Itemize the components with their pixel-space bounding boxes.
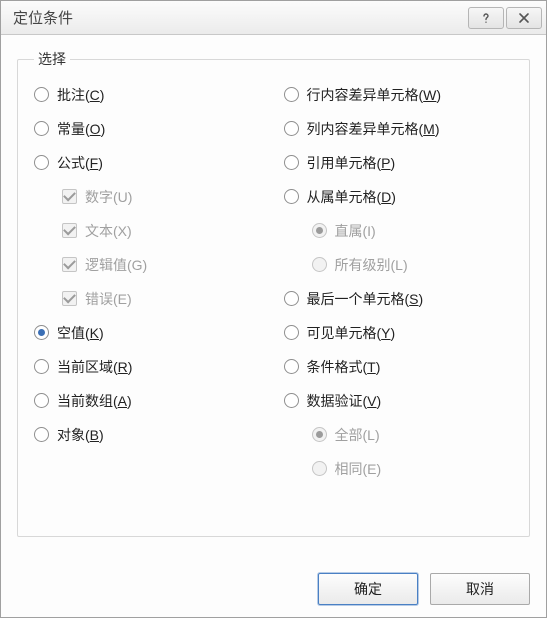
dialog-window: 定位条件 选择 批注(C) 常量(O) 公式(F) 数字(U) 文本(X) 逻辑值(G) 错… [0, 0, 547, 618]
option-label: 逻辑值(G) [85, 255, 147, 275]
option-label: 引用单元格(P) [307, 153, 396, 173]
left-option-2[interactable]: 公式(F) [34, 153, 264, 172]
right-option-6[interactable]: 最后一个单元格(S) [284, 289, 514, 308]
radio-icon [312, 223, 327, 238]
dialog-title: 定位条件 [13, 7, 466, 28]
radio-icon [284, 393, 299, 408]
radio-icon [312, 257, 327, 272]
radio-icon [284, 325, 299, 340]
radio-icon [34, 359, 49, 374]
option-label: 常量(O) [57, 119, 105, 139]
radio-icon [284, 121, 299, 136]
radio-icon [284, 87, 299, 102]
close-button[interactable] [506, 7, 542, 29]
option-label: 所有级别(L) [335, 255, 408, 275]
left-option-1[interactable]: 常量(O) [34, 119, 264, 138]
radio-icon [284, 359, 299, 374]
left-option-4: 文本(X) [34, 221, 264, 240]
option-label: 错误(E) [85, 289, 132, 309]
radio-icon [34, 427, 49, 442]
option-label: 批注(C) [57, 85, 104, 105]
checkbox-icon [62, 189, 77, 204]
group-label: 选择 [34, 49, 70, 69]
option-label: 当前数组(A) [57, 391, 132, 411]
option-label: 数据验证(V) [307, 391, 382, 411]
radio-icon [34, 393, 49, 408]
radio-icon [284, 155, 299, 170]
radio-icon [312, 427, 327, 442]
option-label: 相同(E) [335, 459, 382, 479]
right-option-5: 所有级别(L) [284, 255, 514, 274]
right-option-0[interactable]: 行内容差异单元格(W) [284, 85, 514, 104]
help-button[interactable] [468, 7, 504, 29]
left-option-10[interactable]: 对象(B) [34, 425, 264, 444]
radio-icon [284, 291, 299, 306]
right-option-8[interactable]: 条件格式(T) [284, 357, 514, 376]
option-label: 对象(B) [57, 425, 104, 445]
option-label: 文本(X) [85, 221, 132, 241]
ok-button[interactable]: 确定 [318, 573, 418, 605]
left-option-0[interactable]: 批注(C) [34, 85, 264, 104]
option-label: 列内容差异单元格(M) [307, 119, 440, 139]
right-option-3[interactable]: 从属单元格(D) [284, 187, 514, 206]
radio-icon [312, 461, 327, 476]
left-option-9[interactable]: 当前数组(A) [34, 391, 264, 410]
option-label: 当前区域(R) [57, 357, 132, 377]
right-column: 行内容差异单元格(W) 列内容差异单元格(M) 引用单元格(P) 从属单元格(D) 直属… [284, 85, 514, 516]
option-label: 全部(L) [335, 425, 380, 445]
titlebar: 定位条件 [1, 1, 546, 35]
option-label: 条件格式(T) [307, 357, 381, 377]
option-label: 公式(F) [57, 153, 103, 173]
right-option-9[interactable]: 数据验证(V) [284, 391, 514, 410]
radio-icon [34, 121, 49, 136]
right-option-2[interactable]: 引用单元格(P) [284, 153, 514, 172]
checkbox-icon [62, 223, 77, 238]
close-icon [518, 12, 530, 24]
help-icon [480, 12, 492, 24]
right-option-7[interactable]: 可见单元格(Y) [284, 323, 514, 342]
left-option-7[interactable]: 空值(K) [34, 323, 264, 342]
select-group: 选择 批注(C) 常量(O) 公式(F) 数字(U) 文本(X) 逻辑值(G) 错误(E) 空… [17, 49, 530, 537]
left-option-8[interactable]: 当前区域(R) [34, 357, 264, 376]
right-option-4: 直属(I) [284, 221, 514, 240]
option-label: 可见单元格(Y) [307, 323, 396, 343]
columns: 批注(C) 常量(O) 公式(F) 数字(U) 文本(X) 逻辑值(G) 错误(E) 空值(K… [34, 85, 513, 516]
right-option-11: 相同(E) [284, 459, 514, 478]
radio-icon [34, 325, 49, 340]
dialog-body: 选择 批注(C) 常量(O) 公式(F) 数字(U) 文本(X) 逻辑值(G) 错误(E) 空… [1, 35, 546, 561]
left-option-5: 逻辑值(G) [34, 255, 264, 274]
checkbox-icon [62, 257, 77, 272]
checkbox-icon [62, 291, 77, 306]
option-label: 从属单元格(D) [307, 187, 396, 207]
left-option-6: 错误(E) [34, 289, 264, 308]
option-label: 行内容差异单元格(W) [307, 85, 442, 105]
footer: 确定 取消 [1, 561, 546, 617]
radio-icon [34, 155, 49, 170]
option-label: 数字(U) [85, 187, 132, 207]
left-column: 批注(C) 常量(O) 公式(F) 数字(U) 文本(X) 逻辑值(G) 错误(E) 空值(K… [34, 85, 264, 516]
left-option-3: 数字(U) [34, 187, 264, 206]
option-label: 最后一个单元格(S) [307, 289, 424, 309]
cancel-button[interactable]: 取消 [430, 573, 530, 605]
right-option-10: 全部(L) [284, 425, 514, 444]
radio-icon [34, 87, 49, 102]
option-label: 空值(K) [57, 323, 104, 343]
right-option-1[interactable]: 列内容差异单元格(M) [284, 119, 514, 138]
option-label: 直属(I) [335, 221, 376, 241]
radio-icon [284, 189, 299, 204]
